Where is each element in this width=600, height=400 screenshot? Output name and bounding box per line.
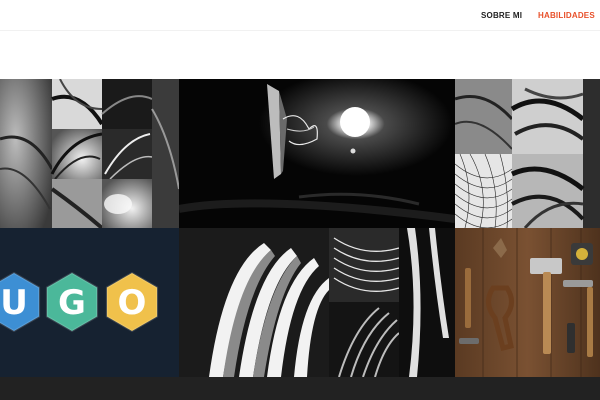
logo-letter-g: G xyxy=(58,283,86,323)
logo-hexagon-o: O xyxy=(105,271,159,333)
hugo-logo-image: UGO xyxy=(0,271,159,333)
portfolio-tile-bw-collage-curves[interactable] xyxy=(0,79,179,228)
portfolio-tile-bw-collage-strands[interactable] xyxy=(455,79,600,228)
footer-bar xyxy=(0,377,600,400)
portfolio-tile-bw-strips[interactable] xyxy=(179,228,455,377)
tools-on-wood-image xyxy=(455,228,600,377)
bw-collage-curves-image xyxy=(0,79,179,228)
logo-letter-u: U xyxy=(0,283,28,323)
nav-link-sobre-mi[interactable]: SOBRE MI xyxy=(481,11,522,20)
portfolio-tile-hugo-logo[interactable]: UGO xyxy=(0,228,179,377)
portfolio-tile-tools[interactable] xyxy=(455,228,600,377)
nav-link-habilidades[interactable]: HABILIDADES xyxy=(538,11,595,20)
site-header: SOBRE MI HABILIDADES xyxy=(0,0,600,31)
portfolio-tile-light-sculpture[interactable] xyxy=(179,79,455,228)
bw-strips-image xyxy=(179,228,455,377)
light-sculpture-image xyxy=(179,79,455,228)
logo-letter-o: O xyxy=(118,283,147,323)
logo-hexagon-g: G xyxy=(45,271,99,333)
logo-hexagon-u: U xyxy=(0,271,41,333)
portfolio-grid: UGO xyxy=(0,79,600,377)
bw-collage-strands-image xyxy=(455,79,600,228)
